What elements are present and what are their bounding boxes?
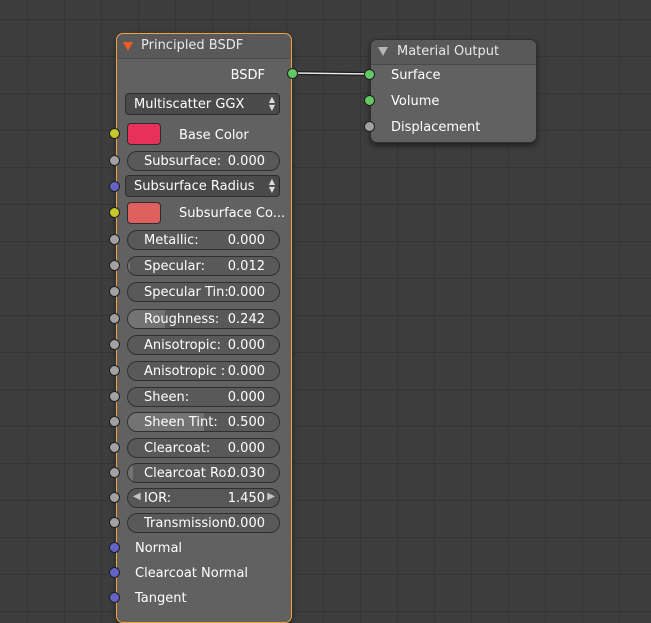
base-color-label: Base Color [179, 128, 249, 143]
specular-tint-socket[interactable] [109, 286, 120, 297]
subsurface-color-socket[interactable] [109, 207, 120, 218]
displacement-input-label: Displacement [391, 120, 481, 135]
bsdf-output-label: BSDF [230, 68, 265, 83]
ior-field[interactable]: ◀ IOR: 1.450 ▶ [127, 488, 280, 508]
normal-socket[interactable] [109, 542, 120, 553]
dropdown-arrows-icon: ▲ ▼ [268, 177, 275, 194]
param-value: 0.000 [227, 285, 265, 300]
clearcoat-normal-input-label: Clearcoat Normal [135, 566, 249, 581]
param-field-anisotropic[interactable]: Anisotropic: 0.000 [127, 335, 280, 355]
tangent-input-label: Tangent [135, 591, 187, 606]
material-output-node[interactable]: Material Output Surface Volume Displacem… [370, 39, 537, 143]
subsurface-radius-socket[interactable] [109, 181, 120, 192]
param-label: Anisotropic : [144, 364, 226, 379]
surface-input-label: Surface [391, 68, 441, 83]
distribution-value: Multiscatter GGX [134, 97, 245, 112]
base-color-socket[interactable] [109, 128, 120, 139]
param-value: 0.000 [227, 390, 265, 405]
collapse-triangle-icon[interactable] [123, 42, 133, 51]
subsurface-color-swatch[interactable] [127, 202, 161, 224]
transmission-socket[interactable] [109, 517, 120, 528]
distribution-dropdown[interactable]: Multiscatter GGX ▲ ▼ [125, 93, 280, 115]
param-label: Anisotropic: [144, 338, 221, 353]
param-value: 0.000 [227, 338, 265, 353]
param-value: 0.000 [227, 364, 265, 379]
transmission-field[interactable]: Transmission: 0.000 [127, 513, 280, 533]
decrement-arrow-icon[interactable]: ◀ [133, 491, 141, 502]
transmission-value: 0.000 [227, 516, 265, 531]
volume-socket[interactable] [364, 95, 375, 106]
subsurface-socket[interactable] [109, 155, 120, 166]
param-field-specular-tint[interactable]: Specular Tin: 0.000 [127, 282, 280, 302]
param-value: 0.030 [227, 466, 265, 481]
param-label: Specular: [144, 259, 205, 274]
subsurface-field[interactable]: Subsurface: 0.000 [127, 151, 280, 171]
subsurface-method-dropdown[interactable]: Subsurface Radius ▲ ▼ [125, 175, 280, 197]
param-field-roughness[interactable]: Roughness: 0.242 [127, 309, 280, 329]
material-output-header[interactable]: Material Output [371, 40, 536, 65]
node-link-bsdf-to-surface [293, 71, 370, 76]
param-field-sheen[interactable]: Sheen: 0.000 [127, 387, 280, 407]
clearcoat-roughness-socket[interactable] [109, 467, 120, 478]
param-field-anisotropic-rotation[interactable]: Anisotropic : 0.000 [127, 361, 280, 381]
param-fill [128, 257, 130, 275]
metallic-socket[interactable] [109, 234, 120, 245]
param-label: Sheen: [144, 390, 190, 405]
param-value: 0.242 [227, 312, 265, 327]
specular-socket[interactable] [109, 260, 120, 271]
param-field-clearcoat-roughness[interactable]: Clearcoat Ro: 0.030 [127, 463, 280, 483]
param-value: 0.000 [227, 233, 265, 248]
volume-input-label: Volume [391, 94, 440, 109]
increment-arrow-icon[interactable]: ▶ [267, 491, 275, 502]
node-title: Principled BSDF [141, 38, 244, 53]
principled-bsdf-node[interactable]: Principled BSDF BSDF Multiscatter GGX ▲ ▼… [116, 33, 292, 623]
sheen-socket[interactable] [109, 391, 120, 402]
ior-socket[interactable] [109, 492, 120, 503]
param-field-clearcoat[interactable]: Clearcoat: 0.000 [127, 438, 280, 458]
tangent-socket[interactable] [109, 592, 120, 603]
param-fill [128, 464, 133, 482]
clearcoat-socket[interactable] [109, 442, 120, 453]
param-label: Clearcoat Ro: [144, 466, 231, 481]
ior-label: IOR: [144, 491, 172, 506]
param-field-metallic[interactable]: Metallic: 0.000 [127, 230, 280, 250]
sheen-tint-socket[interactable] [109, 416, 120, 427]
param-label: Metallic: [144, 233, 199, 248]
node-title: Material Output [397, 44, 500, 59]
param-label: Sheen Tint: [144, 415, 218, 430]
subsurface-color-label: Subsurface Co... [179, 206, 286, 221]
subsurface-label: Subsurface: [144, 154, 222, 169]
subsurface-value: 0.000 [227, 154, 265, 169]
roughness-socket[interactable] [109, 313, 120, 324]
anisotropic-socket[interactable] [109, 339, 120, 350]
dropdown-arrows-icon: ▲ ▼ [268, 95, 275, 112]
clearcoat-normal-socket[interactable] [109, 567, 120, 578]
surface-socket[interactable] [364, 69, 375, 80]
bsdf-output-socket[interactable] [287, 68, 298, 79]
ior-value: 1.450 [227, 491, 265, 506]
param-value: 0.500 [227, 415, 265, 430]
param-field-specular[interactable]: Specular: 0.012 [127, 256, 280, 276]
param-value: 0.012 [227, 259, 265, 274]
displacement-socket[interactable] [364, 121, 375, 132]
subsurface-method-value: Subsurface Radius [134, 179, 255, 194]
param-label: Roughness: [144, 312, 220, 327]
transmission-label: Transmission: [144, 516, 233, 531]
anisotropic-rotation-socket[interactable] [109, 365, 120, 376]
base-color-swatch[interactable] [127, 123, 161, 145]
param-label: Specular Tin: [144, 285, 229, 300]
principled-bsdf-header[interactable]: Principled BSDF [117, 34, 291, 59]
normal-input-label: Normal [135, 541, 183, 556]
param-field-sheen-tint[interactable]: Sheen Tint: 0.500 [127, 412, 280, 432]
collapse-triangle-icon[interactable] [378, 47, 388, 56]
param-value: 0.000 [227, 441, 265, 456]
param-label: Clearcoat: [144, 441, 211, 456]
